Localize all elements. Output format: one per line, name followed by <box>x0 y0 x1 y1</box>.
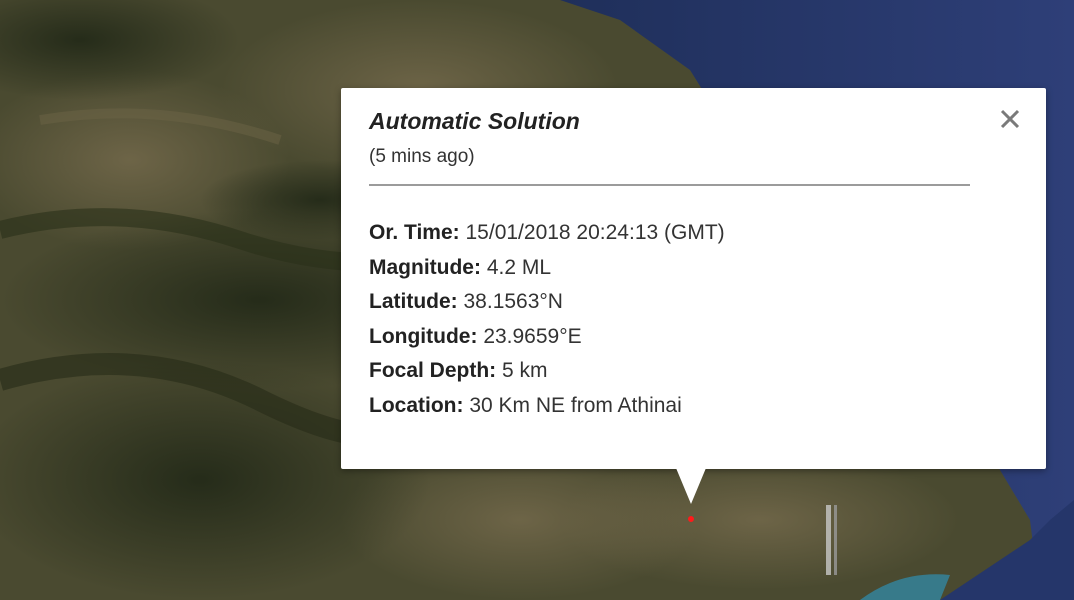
close-icon[interactable] <box>997 106 1023 132</box>
longitude-label: Longitude: <box>369 324 478 348</box>
magnitude-value: 4.2 ML <box>486 255 552 279</box>
focal-depth-label: Focal Depth: <box>369 359 497 382</box>
location-row: Location: 30 Km NE from Athinai <box>369 389 725 424</box>
origin-time-label: Or. Time: <box>369 221 460 244</box>
magnitude-row: Magnitude: 4.2 ML <box>369 251 725 286</box>
origin-time-row: Or. Time: 15/01/2018 20:24:13 (GMT) <box>369 216 725 251</box>
longitude-row: Longitude: 23.9659°E <box>369 320 725 355</box>
location-label: Location: <box>369 393 464 417</box>
latitude-value: 38.1563°N <box>463 290 563 313</box>
focal-depth-value: 5 km <box>502 359 548 382</box>
latitude-row: Latitude: 38.1563°N <box>369 285 725 320</box>
latitude-label: Latitude: <box>369 290 458 313</box>
origin-time-value: 15/01/2018 20:24:13 (GMT) <box>465 221 725 244</box>
location-value: 30 Km NE from Athinai <box>469 393 682 417</box>
info-window-tail <box>676 468 706 504</box>
info-window-title: Automatic Solution <box>369 108 580 134</box>
divider <box>369 184 970 186</box>
longitude-value: 23.9659°E <box>483 324 582 348</box>
info-window: Automatic Solution (5 mins ago) Or. Time… <box>341 88 1046 504</box>
event-details: Or. Time: 15/01/2018 20:24:13 (GMT) Magn… <box>369 216 725 423</box>
magnitude-label: Magnitude: <box>369 255 481 279</box>
earthquake-marker[interactable] <box>688 516 694 522</box>
info-window-subtitle: (5 mins ago) <box>369 146 475 167</box>
focal-depth-row: Focal Depth: 5 km <box>369 354 725 389</box>
